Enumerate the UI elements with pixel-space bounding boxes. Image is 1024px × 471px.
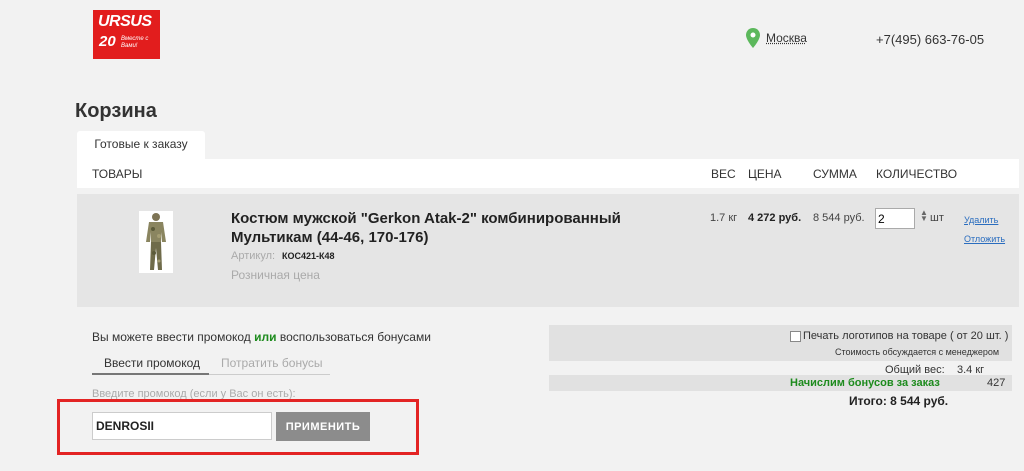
- header-sum: СУММА: [813, 167, 857, 181]
- product-name[interactable]: Костюм мужской "Gerkon Atak-2" комбиниро…: [231, 209, 651, 247]
- bonus-value: 427: [987, 377, 1006, 389]
- subtab-active-indicator: [92, 373, 209, 375]
- logo-slogan: Вместе с Вами!: [121, 36, 149, 49]
- tab-enter-promo[interactable]: Ввести промокод: [104, 356, 200, 370]
- table-row: Костюм мужской "Gerkon Atak-2" комбиниро…: [77, 194, 1019, 307]
- camo-suit-icon: [146, 213, 166, 270]
- logo-text: URSUS: [98, 13, 152, 30]
- sku-value: КОС421-К48: [282, 251, 335, 261]
- header-qty: КОЛИЧЕСТВО: [876, 167, 958, 181]
- promo-hint: Вы можете ввести промокод или воспользов…: [92, 330, 431, 344]
- sku-label: Артикул:: [231, 250, 276, 262]
- logo-years: 20: [99, 33, 116, 50]
- header-items: ТОВАРЫ: [92, 167, 143, 181]
- promo-label: Введите промокод (если у Вас он есть):: [92, 388, 296, 399]
- product-weight: 1.7 кг: [710, 212, 738, 224]
- logo-print-note: Стоимость обсуждается с менеджером: [835, 347, 1000, 357]
- quantity-input[interactable]: [875, 208, 915, 229]
- quantity-unit: шт: [930, 212, 944, 224]
- promo-hint-pre: Вы можете ввести промокод: [92, 330, 251, 344]
- logo[interactable]: URSUS 20 Вместе с Вами!: [93, 10, 160, 59]
- location-pin-icon: [746, 28, 760, 48]
- phone-number: +7(495) 663-76-05: [876, 32, 985, 47]
- product-image[interactable]: [139, 211, 173, 273]
- order-total: Итого: 8 544 руб.: [849, 394, 949, 408]
- price-type: Розничная цена: [231, 268, 320, 282]
- header-price: ЦЕНА: [748, 167, 782, 181]
- tab-ready-to-order[interactable]: Готовые к заказу: [77, 131, 205, 160]
- quantity-stepper-icon[interactable]: ▲ ▼: [920, 209, 928, 223]
- header-weight: ВЕС: [711, 167, 736, 181]
- logo-print-label[interactable]: Печать логотипов на товаре ( от 20 шт. ): [803, 330, 1008, 342]
- table-header: ТОВАРЫ ВЕС ЦЕНА СУММА КОЛИЧЕСТВО: [77, 159, 1019, 188]
- promo-hint-post: воспользоваться бонусами: [279, 330, 431, 344]
- page-title: Корзина: [75, 100, 157, 122]
- tab-spend-bonus[interactable]: Потратить бонусы: [221, 356, 323, 370]
- city-selector[interactable]: Москва: [766, 31, 807, 45]
- summary-bar-bonus: [549, 375, 1012, 391]
- logo-print-checkbox[interactable]: [790, 331, 801, 342]
- product-sum: 8 544 руб.: [813, 212, 865, 224]
- delete-link[interactable]: Удалить: [964, 215, 998, 225]
- product-price: 4 272 руб.: [748, 212, 802, 224]
- bonus-label: Начислим бонусов за заказ: [790, 377, 940, 389]
- promo-hint-or: или: [254, 330, 277, 344]
- postpone-link[interactable]: Отложить: [964, 234, 1005, 244]
- highlight-box: [57, 399, 419, 455]
